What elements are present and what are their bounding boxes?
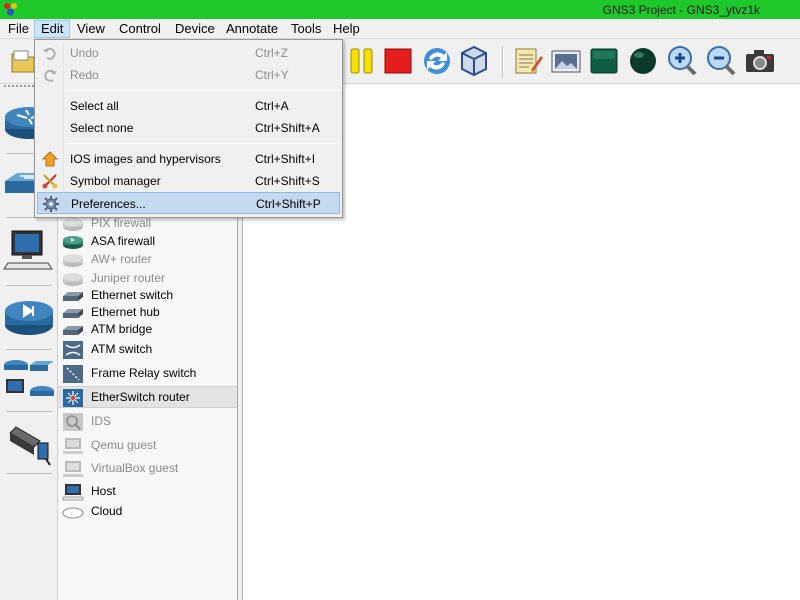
gear-icon [43,196,59,212]
virtualbox-icon[interactable] [457,44,491,78]
menu-separator [65,143,339,144]
device-label: VirtualBox guest [91,461,179,475]
reload-icon[interactable] [420,44,454,78]
etherswitch-router-icon [63,389,83,407]
device-virtualbox-guest[interactable]: VirtualBox guest [58,458,237,480]
menu-help[interactable]: Help [327,20,366,38]
menu-tools[interactable]: Tools [285,20,327,38]
menu-bar: File Edit View Control Device Annotate T… [0,19,800,39]
zoom-in-icon[interactable] [665,44,699,78]
category-separator [6,285,52,286]
menu-item-symbol-manager[interactable]: Symbol manager Ctrl+Shift+S [37,170,340,192]
menu-item-shortcut: Ctrl+Y [255,68,289,82]
device-label: PIX firewall [91,216,152,230]
ios-images-icon [42,151,58,167]
menu-item-shortcut: Ctrl+Shift+S [255,174,320,188]
category-separator [6,349,52,350]
menu-control[interactable]: Control [113,20,167,38]
router-icon [63,254,83,267]
menu-item-label: Redo [70,68,99,82]
menu-item-label: IOS images and hypervisors [70,152,221,166]
menu-view[interactable]: View [71,20,111,38]
device-ids[interactable]: IDS [58,411,237,433]
end-devices-category-icon[interactable] [2,223,56,279]
edit-menu-dropdown: Undo Ctrl+Z Redo Ctrl+Y Select all Ctrl+… [34,39,343,218]
undo-icon [43,47,56,60]
picture-icon[interactable] [549,44,583,78]
ellipse-icon[interactable] [626,44,660,78]
qemu-guest-icon [63,438,83,454]
menu-item-label: Select none [70,121,134,135]
menu-edit[interactable]: Edit [34,20,71,38]
rectangle-icon[interactable] [587,44,621,78]
note-icon[interactable] [511,44,545,78]
device-cloud[interactable]: Cloud [58,501,237,523]
toolbar-separator [502,46,504,78]
menu-annotate[interactable]: Annotate [220,20,284,38]
menu-item-redo[interactable]: Redo Ctrl+Y [37,64,340,86]
host-icon [62,484,84,501]
virtualbox-guest-icon [63,461,83,477]
zoom-out-icon[interactable] [704,44,738,78]
device-atm-bridge[interactable]: ATM bridge [58,319,237,341]
menu-separator [65,90,339,91]
device-label: ASA firewall [91,234,156,248]
menu-item-shortcut: Ctrl+Shift+A [255,121,320,135]
device-atm-switch[interactable]: ATM switch [58,339,237,361]
menu-item-label: Preferences... [71,197,146,211]
menu-item-shortcut: Ctrl+A [255,99,289,113]
menu-item-select-none[interactable]: Select none Ctrl+Shift+A [37,117,340,139]
symbol-manager-icon [42,174,58,189]
ids-icon [63,413,83,431]
device-label: Juniper router [91,271,166,285]
device-label: ATM switch [91,342,153,356]
atm-switch-icon [63,341,83,359]
device-label: EtherSwitch router [91,390,190,404]
title-bar: GNS3 Project - GNS3_ytvz1k [0,0,800,19]
menu-item-shortcut: Ctrl+Shift+I [255,152,316,166]
menu-item-ios-images[interactable]: IOS images and hypervisors Ctrl+Shift+I [37,148,340,170]
device-frame-relay-switch[interactable]: Frame Relay switch [58,363,237,385]
device-label: Host [91,484,116,498]
security-devices-category-icon[interactable] [2,289,56,345]
device-label: Cloud [91,504,123,518]
pause-icon[interactable] [345,44,379,78]
gns3-logo-icon [4,3,17,16]
device-label: AW+ router [91,252,152,266]
frame-relay-switch-icon [63,365,83,383]
device-qemu-guest[interactable]: Qemu guest [58,435,237,457]
device-label: Frame Relay switch [91,366,197,380]
device-etherswitch-router[interactable]: EtherSwitch router [58,386,237,408]
add-link-category-icon[interactable] [2,413,56,469]
menu-item-preferences[interactable]: Preferences... Ctrl+Shift+P [37,192,340,214]
category-separator [6,411,52,412]
menu-item-label: Symbol manager [70,174,161,188]
bridge-icon [63,326,83,335]
menu-item-shortcut: Ctrl+Z [255,46,288,60]
menu-item-select-all[interactable]: Select all Ctrl+A [37,95,340,117]
device-label: Ethernet switch [91,288,174,302]
stop-icon[interactable] [381,44,415,78]
menu-item-label: Select all [70,99,119,113]
all-devices-category-icon[interactable] [2,351,56,407]
device-label: ATM bridge [91,322,153,336]
menu-item-shortcut: Ctrl+Shift+P [256,197,321,211]
category-separator [6,473,52,474]
device-label: Ethernet hub [91,305,160,319]
menu-file[interactable]: File [2,20,35,38]
device-label: Qemu guest [91,438,157,452]
screenshot-icon[interactable] [743,44,777,78]
cloud-icon [62,507,84,519]
menu-item-undo[interactable]: Undo Ctrl+Z [37,42,340,64]
device-host[interactable]: Host [58,481,237,503]
device-label: IDS [91,414,112,428]
menu-device[interactable]: Device [169,20,221,38]
redo-icon [44,69,57,82]
window-title: GNS3 Project - GNS3_ytvz1k [602,3,760,17]
menu-item-label: Undo [70,46,99,60]
